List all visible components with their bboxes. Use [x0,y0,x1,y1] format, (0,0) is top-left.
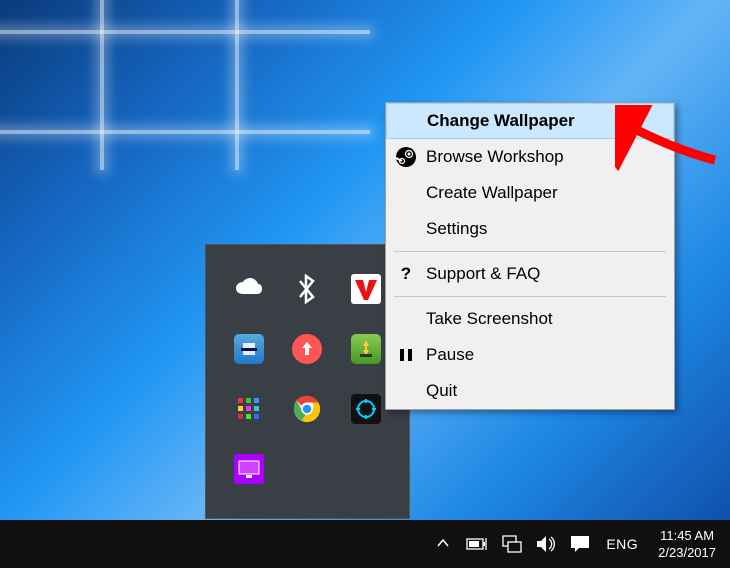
menu-settings[interactable]: Settings [386,211,674,247]
menu-label: Change Wallpaper [427,111,575,131]
menu-create-wallpaper[interactable]: Create Wallpaper [386,175,674,211]
clock-date: 2/23/2017 [658,544,716,561]
tray-app-v-icon[interactable] [351,274,381,304]
menu-label: Quit [426,381,457,401]
context-menu: Change Wallpaper Browse Workshop Create … [385,102,675,410]
language-indicator[interactable]: ENG [596,536,648,552]
taskbar-clock[interactable]: 11:45 AM 2/23/2017 [648,527,726,561]
network-icon[interactable] [502,535,522,553]
menu-pause[interactable]: Pause [386,337,674,373]
menu-separator [394,251,666,252]
menu-label: Settings [426,219,487,239]
menu-quit[interactable]: Quit [386,373,674,409]
tray-pixels-icon[interactable] [234,394,264,424]
menu-label: Browse Workshop [426,147,564,167]
tray-idm-icon[interactable] [351,334,381,364]
menu-support-faq[interactable]: ? Support & FAQ [386,256,674,292]
menu-label: Take Screenshot [426,309,553,329]
tray-chrome-icon[interactable] [292,394,322,424]
tray-overflow-caret[interactable] [426,536,460,553]
menu-label: Support & FAQ [426,264,540,284]
tray-monitor-icon[interactable] [234,454,264,484]
tray-overflow-popup [205,244,410,519]
menu-browse-workshop[interactable]: Browse Workshop [386,139,674,175]
tray-updater-icon[interactable] [292,334,322,364]
menu-change-wallpaper[interactable]: Change Wallpaper [386,103,674,139]
clock-time: 11:45 AM [658,527,716,544]
system-tray [460,535,596,553]
power-icon[interactable] [466,536,488,552]
pause-icon [386,348,426,362]
steam-icon [386,147,426,167]
help-icon: ? [386,264,426,284]
tray-intel-icon[interactable] [234,334,264,364]
taskbar: ENG 11:45 AM 2/23/2017 [0,520,730,568]
menu-take-screenshot[interactable]: Take Screenshot [386,301,674,337]
action-center-icon[interactable] [570,535,590,553]
tray-wallpaper-engine-icon[interactable] [351,394,381,424]
menu-label: Create Wallpaper [426,183,558,203]
volume-icon[interactable] [536,535,556,553]
tray-bluetooth-icon[interactable] [292,274,322,304]
menu-label: Pause [426,345,474,365]
menu-separator [394,296,666,297]
tray-onedrive-icon[interactable] [234,274,264,304]
